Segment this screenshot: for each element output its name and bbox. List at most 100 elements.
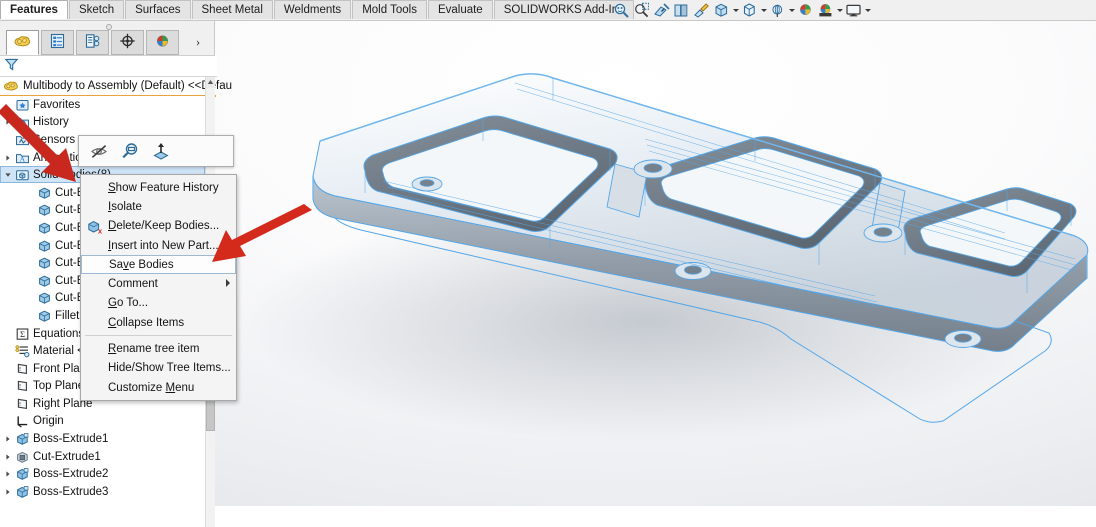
tree-item-history[interactable]: History xyxy=(0,114,205,132)
plane-icon xyxy=(14,379,31,393)
tree-root-row[interactable]: Multibody to Assembly (Default) <<Defau … xyxy=(0,77,232,97)
tree-filter-input[interactable] xyxy=(19,59,193,73)
solid-bodies-folder-icon xyxy=(14,168,31,182)
tree-item-boss-extrude2[interactable]: Boss-Extrude2 xyxy=(0,465,205,483)
zoom-to-fit-icon[interactable] xyxy=(612,1,631,20)
graphics-viewport[interactable] xyxy=(215,21,1096,506)
menu-item-delete-keep-bodies[interactable]: x Delete/Keep Bodies... xyxy=(81,217,236,236)
material-icon xyxy=(14,344,31,358)
scroll-up-arrow-icon[interactable] xyxy=(206,77,215,88)
menu-item-isolate[interactable]: Isolate xyxy=(81,197,236,216)
equations-icon: Σ xyxy=(14,327,31,341)
plane-icon xyxy=(14,362,31,376)
chevron-right-icon[interactable] xyxy=(2,154,14,162)
menu-item-label: Collapse Items xyxy=(108,316,185,329)
move-body-icon[interactable] xyxy=(150,140,172,162)
menu-separator xyxy=(85,335,232,337)
boss-extrude-icon xyxy=(14,467,31,481)
hide-show-items-icon[interactable] xyxy=(712,1,731,20)
property-manager-icon xyxy=(49,33,66,52)
menu-item-rename-tree-item[interactable]: Rename tree item xyxy=(81,339,236,358)
edit-appearance-icon[interactable] xyxy=(740,1,759,20)
ribbon-tab-evaluate[interactable]: Evaluate xyxy=(427,0,493,19)
solid-body-icon xyxy=(36,239,53,253)
ribbon-tab-sheet-metal[interactable]: Sheet Metal xyxy=(191,0,273,19)
view-settings-icon[interactable] xyxy=(796,1,815,20)
svg-text:x: x xyxy=(98,226,102,235)
configuration-manager-icon xyxy=(84,33,101,52)
menu-item-label: Insert into New Part... xyxy=(108,239,219,252)
menu-item-comment[interactable]: Comment xyxy=(81,274,236,293)
chevron-right-icon[interactable] xyxy=(2,435,14,443)
display-style-paint-icon[interactable] xyxy=(692,1,711,20)
menu-item-save-bodies[interactable]: Save Bodies xyxy=(81,255,236,275)
view-orientation-icon[interactable] xyxy=(672,1,691,20)
ribbon-tab-mold-tools[interactable]: Mold Tools xyxy=(352,0,427,19)
menu-item-go-to[interactable]: Go To... xyxy=(81,294,236,313)
dimxpert-manager-icon xyxy=(119,33,136,52)
edit-appearance-caret-icon[interactable] xyxy=(760,1,767,20)
solid-body-icon xyxy=(36,274,53,288)
tab-display-manager[interactable] xyxy=(146,30,179,55)
origin-icon xyxy=(14,414,31,428)
menu-item-insert-into-new-part[interactable]: Insert into New Part... xyxy=(81,236,236,255)
chevron-right-icon[interactable] xyxy=(2,453,14,461)
tab-feature-manager[interactable] xyxy=(6,30,39,55)
tab-dimxpert-manager[interactable] xyxy=(111,30,144,55)
solid-bodies-context-menu: Show Feature History Isolate x Delete/Keep … xyxy=(80,174,237,402)
tree-item-label: Favorites xyxy=(33,98,81,111)
tree-item-label: Sensors xyxy=(33,133,76,146)
ribbon-tab-weldments[interactable]: Weldments xyxy=(273,0,352,19)
section-view-icon[interactable] xyxy=(652,1,671,20)
menu-item-collapse-items[interactable]: Collapse Items xyxy=(81,313,236,332)
tree-item-boss-extrude1[interactable]: Boss-Extrude1 xyxy=(0,430,205,448)
tree-item-boss-extrude3[interactable]: Boss-Extrude3 xyxy=(0,483,205,501)
menu-item-hide-show-tree-items[interactable]: Hide/Show Tree Items... xyxy=(81,359,236,378)
tree-item-label: Boss-Extrude1 xyxy=(33,433,109,446)
menu-item-show-feature-history[interactable]: Show Feature History xyxy=(81,178,236,197)
submenu-arrow-icon xyxy=(226,279,230,288)
tab-property-manager[interactable] xyxy=(41,30,74,55)
apply-scene-icon[interactable] xyxy=(768,1,787,20)
ribbon-tab-sketch[interactable]: Sketch xyxy=(68,0,125,19)
tree-item-cut-extrude1[interactable]: Cut-Extrude1 xyxy=(0,448,205,466)
tree-item-origin[interactable]: Origin xyxy=(0,413,205,431)
tree-item-label: Top Plane xyxy=(33,380,85,393)
solid-body-icon xyxy=(36,203,53,217)
chevron-down-icon[interactable] xyxy=(2,171,14,179)
scene-background-caret-icon[interactable] xyxy=(836,1,843,20)
tree-filter-bar[interactable] xyxy=(0,56,217,77)
solid-body-icon xyxy=(36,221,53,235)
ribbon-tab-features[interactable]: Features xyxy=(0,0,68,19)
boss-extrude-icon xyxy=(14,432,31,446)
hide-show-items-caret-icon[interactable] xyxy=(732,1,739,20)
menu-item-label: Hide/Show Tree Items... xyxy=(108,362,231,375)
scene-background-icon[interactable] xyxy=(816,1,835,20)
apply-scene-caret-icon[interactable] xyxy=(788,1,795,20)
tree-item-favorites[interactable]: Favorites xyxy=(0,96,205,114)
favorites-folder-icon xyxy=(14,98,31,112)
panel-tabs-overflow-button[interactable]: › xyxy=(190,33,206,51)
cut-extrude-icon xyxy=(14,450,31,464)
chevron-right-icon[interactable] xyxy=(2,470,14,478)
zoom-to-selection-icon[interactable] xyxy=(119,140,141,162)
svg-text:A: A xyxy=(20,154,26,163)
tab-configuration-manager[interactable] xyxy=(76,30,109,55)
menu-item-customize-menu[interactable]: Customize Menu xyxy=(81,378,236,397)
hide-eye-slash-icon[interactable] xyxy=(88,140,110,162)
ribbon-tab-surfaces[interactable]: Surfaces xyxy=(125,0,191,19)
zoom-to-area-icon[interactable] xyxy=(632,1,651,20)
tree-root-label: Multibody to Assembly (Default) <<Defau xyxy=(23,80,233,92)
annotations-folder-icon: A xyxy=(14,151,31,165)
chevron-right-icon[interactable] xyxy=(2,118,14,126)
chevron-right-icon[interactable] xyxy=(2,488,14,496)
panel-drag-handle[interactable] xyxy=(0,21,214,30)
display-monitor-icon[interactable] xyxy=(844,1,863,20)
delete-keep-bodies-icon: x xyxy=(86,219,102,235)
view-heads-up-toolbar xyxy=(612,1,871,20)
display-monitor-caret-icon[interactable] xyxy=(864,1,871,20)
part-document-icon xyxy=(3,79,19,93)
display-manager-icon xyxy=(154,33,171,52)
tree-item-label: Cut-Extrude1 xyxy=(33,450,101,463)
tree-item-label: Boss-Extrude2 xyxy=(33,468,109,481)
